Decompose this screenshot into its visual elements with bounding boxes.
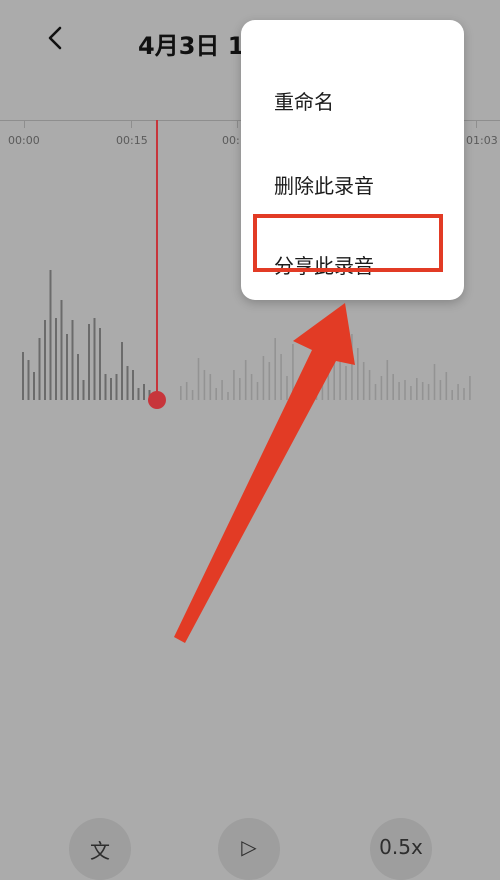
waveform-bar <box>88 324 90 400</box>
waveform-bar <box>268 362 271 400</box>
waveform-bar <box>327 372 330 400</box>
page-title: 4月3日 1 <box>138 32 245 60</box>
tick-mark <box>131 120 132 128</box>
waveform-bar <box>357 348 359 400</box>
waveform-bar <box>38 338 41 400</box>
waveform-bar <box>362 362 365 400</box>
tick-label: 00:15 <box>116 134 148 147</box>
waveform-bar <box>298 380 300 400</box>
play-button[interactable]: ▷ <box>218 818 280 880</box>
waveform-bar <box>292 344 294 400</box>
waveform-bar <box>386 360 389 400</box>
highlight-box <box>253 214 443 272</box>
waveform-bar <box>77 354 79 400</box>
waveform-bar <box>398 382 400 400</box>
waveform-bar <box>44 320 46 400</box>
tick-label: 01:03 <box>466 134 498 147</box>
waveform-bar <box>233 370 235 400</box>
waveform-bar <box>143 384 145 400</box>
waveform-bar <box>27 360 30 400</box>
waveform-bar <box>121 342 123 400</box>
waveform-bar <box>132 370 134 400</box>
chevron-left-icon <box>48 26 62 50</box>
waveform-bar <box>463 388 465 400</box>
waveform-bar <box>321 362 324 400</box>
waveform-bar <box>445 372 448 400</box>
back-button[interactable] <box>38 18 74 58</box>
waveform-bar <box>185 382 188 400</box>
waveform-bar <box>55 318 57 400</box>
waveform-bar <box>227 392 229 400</box>
waveform-bar <box>404 380 406 400</box>
waveform-bar <box>469 376 471 400</box>
waveform-bar <box>380 376 383 400</box>
waveform-bar <box>203 370 206 400</box>
waveform-bar <box>82 380 85 400</box>
waveform-bar <box>197 358 200 400</box>
waveform-bar <box>339 356 341 400</box>
waveform-bar <box>110 378 112 400</box>
waveform-bar <box>262 356 265 400</box>
waveform-bar <box>345 366 347 400</box>
waveform-bar <box>215 388 217 400</box>
waveform-bar <box>250 374 253 400</box>
waveform-bar <box>457 384 459 400</box>
waveform-bar <box>392 374 394 400</box>
waveform-bar <box>93 318 96 400</box>
waveform-bar <box>427 384 430 400</box>
waveform-bar <box>180 386 182 400</box>
menu-item-delete-recording[interactable]: 删除此录音 <box>274 170 374 199</box>
waveform-bar <box>374 384 377 400</box>
waveform-bar <box>104 374 107 400</box>
waveform-bar <box>439 380 442 400</box>
waveform-bar <box>99 328 101 400</box>
waveform-bar <box>49 270 52 400</box>
waveform-bar <box>71 320 74 400</box>
waveform-bar <box>221 380 223 400</box>
waveform-bar <box>137 388 140 400</box>
waveform-bar <box>191 390 194 400</box>
waveform-bar <box>115 374 118 400</box>
waveform-bar <box>303 370 306 400</box>
tick-label: 00: <box>222 134 240 147</box>
tick-mark <box>476 120 477 128</box>
menu-item-rename[interactable]: 重命名 <box>274 86 334 115</box>
waveform-bar <box>315 352 318 400</box>
waveform-bar <box>239 378 241 400</box>
waveform-bar <box>256 382 259 400</box>
waveform-bar <box>286 376 288 400</box>
transcribe-button[interactable]: 文 <box>69 818 131 880</box>
waveform-bar <box>451 390 453 400</box>
waveform-bar <box>309 364 312 400</box>
waveform-bar <box>244 360 247 400</box>
waveform-bar <box>66 334 68 400</box>
waveform-bar <box>33 372 35 400</box>
waveform-bar <box>22 352 24 400</box>
waveform-bar <box>333 342 335 400</box>
speed-button[interactable]: 0.5x <box>370 818 432 880</box>
waveform-bar <box>126 366 129 400</box>
waveform-bar <box>60 300 63 400</box>
waveform-bar <box>351 334 353 400</box>
tick-mark <box>24 120 25 128</box>
waveform-bar <box>368 370 371 400</box>
waveform-bar <box>410 386 412 400</box>
tick-mark <box>237 120 238 128</box>
waveform-bar <box>209 374 212 400</box>
playhead-handle[interactable] <box>148 391 166 409</box>
waveform-bar <box>433 364 436 400</box>
waveform-bar <box>280 354 282 400</box>
tick-label: 00:00 <box>8 134 40 147</box>
playhead[interactable] <box>156 120 158 400</box>
waveform-bar <box>274 338 276 400</box>
waveform-bar <box>416 378 418 400</box>
waveform-bar <box>421 382 424 400</box>
